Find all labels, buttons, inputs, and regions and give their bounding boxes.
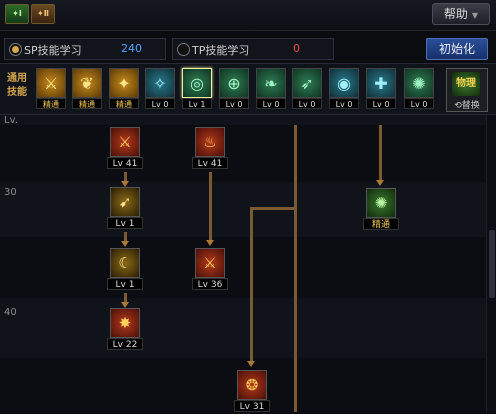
skill-level-label: Lv 1: [182, 98, 212, 109]
skill-level-label: 精通: [72, 98, 102, 109]
skill-level-label: 精通: [36, 98, 66, 109]
common-skill-slot[interactable]: ⚔ 精通: [36, 68, 66, 110]
common-skill-slot[interactable]: ❧ Lv 0: [256, 68, 286, 110]
fighter-icon: ✦: [109, 68, 139, 98]
level-marker: Lv.: [4, 115, 18, 126]
crescent-icon: ☾: [110, 248, 140, 278]
skill-level-label: Lv 41: [107, 157, 143, 169]
connector-line: [250, 207, 253, 364]
help-label: 帮助: [443, 7, 468, 21]
tree-skill[interactable]: ☾ Lv 1: [107, 248, 143, 292]
slash-icon: ⚔: [36, 68, 66, 98]
skill-level-label: Lv 0: [256, 98, 286, 109]
sp-label: SP技能学习: [24, 44, 82, 57]
skill-tree: Lv. 30 40 ⚔ Lv 41 ➹ Lv 1 ☾ Lv 1 ✸ Lv 22 ♨ Lv 41 ⚔ L…: [0, 115, 486, 412]
connector-arrow: [376, 180, 384, 186]
swap-button[interactable]: 物理 ⟲替换: [446, 68, 488, 112]
connector-line: [250, 207, 296, 210]
swap-label: ⟲替换: [454, 101, 480, 111]
common-skills-label: 通用技能: [7, 73, 27, 98]
tp-label: TP技能学习: [192, 44, 250, 57]
target-icon: ◎: [182, 68, 212, 98]
sp-value: 240: [121, 42, 142, 55]
common-skill-slot[interactable]: ✧ Lv 0: [145, 68, 175, 110]
skill-level-label: 精通: [109, 98, 139, 109]
leaf-icon: ❧: [256, 68, 286, 98]
connector-line: [294, 125, 297, 412]
common-skill-slot[interactable]: ✦ 精通: [109, 68, 139, 110]
skill-level-label: Lv 22: [107, 338, 143, 350]
level-marker: 40: [4, 307, 17, 318]
skill-level-label: Lv 0: [292, 98, 322, 109]
skill-page-tab-1[interactable]: ✦Ⅰ: [5, 4, 29, 24]
claw-icon: ✺: [404, 68, 434, 98]
tree-skill[interactable]: ❂ Lv 31: [234, 370, 270, 414]
sp-radio[interactable]: [9, 43, 22, 56]
common-skills-bar: 通用技能 ⚔ 精通 ❦ 精通 ✦ 精通 ✧ Lv 0 ◎ Lv 1 ⊕ Lv 0 ❧ Lv 0 ➶ Lv 0 ◉…: [0, 63, 496, 115]
sp-skill-option[interactable]: SP技能学习 240: [4, 38, 166, 60]
help-button[interactable]: 帮助 ▼: [432, 3, 490, 25]
radar-icon: ⊕: [219, 68, 249, 98]
tree-skill[interactable]: ⚔ Lv 36: [192, 248, 228, 292]
common-skill-slot[interactable]: ◉ Lv 0: [329, 68, 359, 110]
skill-level-label: Lv 41: [192, 157, 228, 169]
fire-slash-icon: ⚔: [110, 127, 140, 157]
connector-line: [379, 125, 382, 183]
blade-icon: ➹: [110, 187, 140, 217]
common-skill-slot[interactable]: ✺ Lv 0: [404, 68, 434, 110]
connector-arrow: [206, 240, 214, 246]
sword-fire-icon: ⚔: [195, 248, 225, 278]
tree-skill[interactable]: ♨ Lv 41: [192, 127, 228, 171]
skill-level-label: Lv 0: [145, 98, 175, 109]
skill-level-label: Lv 0: [404, 98, 434, 109]
initialize-button[interactable]: 初始化: [426, 38, 488, 60]
connector-line: [209, 172, 212, 243]
dragon-icon: ❂: [237, 370, 267, 400]
connector-arrow: [247, 361, 255, 367]
points-bar: SP技能学习 240 TP技能学习 0 初始化: [0, 38, 496, 60]
skill-level-label: Lv 0: [329, 98, 359, 109]
top-bar: ✦Ⅰ ✦Ⅱ 帮助 ▼: [0, 0, 496, 31]
wing-icon: ❦: [72, 68, 102, 98]
level-marker: 30: [4, 187, 17, 198]
skill-level-label: Lv 1: [107, 278, 143, 290]
claw-green-icon: ✺: [366, 188, 396, 218]
tp-skill-option[interactable]: TP技能学习 0: [172, 38, 334, 60]
level-band: [0, 298, 486, 358]
tree-skill[interactable]: ➹ Lv 1: [107, 187, 143, 231]
common-skill-slot[interactable]: ◎ Lv 1: [182, 68, 212, 110]
star-burst-icon: ✸: [110, 308, 140, 338]
guard-icon: ✚: [366, 68, 396, 98]
flame-icon: ♨: [195, 127, 225, 157]
level-band: [0, 115, 486, 125]
common-skill-slot[interactable]: ⊕ Lv 0: [219, 68, 249, 110]
skill-level-label: Lv 1: [107, 217, 143, 229]
level-band: [0, 182, 486, 237]
skill-level-label: Lv 36: [192, 278, 228, 290]
common-skill-slot[interactable]: ❦ 精通: [72, 68, 102, 110]
common-skill-slot[interactable]: ➶ Lv 0: [292, 68, 322, 110]
tp-radio[interactable]: [177, 43, 190, 56]
skill-level-label: Lv 0: [219, 98, 249, 109]
scrollbar-thumb[interactable]: [489, 230, 495, 298]
connector-arrow: [121, 241, 129, 247]
skill-level-label: Lv 0: [366, 98, 396, 109]
scrollbar[interactable]: [486, 115, 496, 412]
chevron-down-icon: ▼: [471, 11, 479, 20]
skill-page-tab-2[interactable]: ✦Ⅱ: [31, 4, 55, 24]
orb-icon: ◉: [329, 68, 359, 98]
skill-level-label: 精通: [363, 218, 399, 230]
tp-value: 0: [293, 42, 300, 55]
skill-level-label: Lv 31: [234, 400, 270, 412]
physical-badge-icon: 物理: [452, 72, 480, 96]
tree-skill[interactable]: ✸ Lv 22: [107, 308, 143, 352]
crystal-icon: ✧: [145, 68, 175, 98]
tree-skill[interactable]: ⚔ Lv 41: [107, 127, 143, 171]
dash-icon: ➶: [292, 68, 322, 98]
tree-skill[interactable]: ✺ 精通: [363, 188, 399, 232]
common-skill-slot[interactable]: ✚ Lv 0: [366, 68, 396, 110]
